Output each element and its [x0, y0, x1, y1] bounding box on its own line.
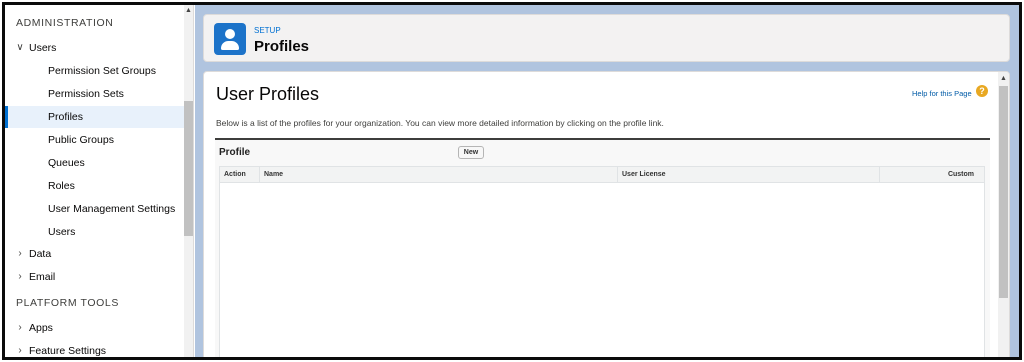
sidebar-item-label: User Management Settings	[48, 203, 176, 215]
chevron-right-icon: ›	[18, 322, 22, 333]
scroll-up-arrow-icon[interactable]: ▲	[184, 7, 193, 15]
sidebar-group-label: Data	[29, 248, 52, 260]
sidebar-item-roles[interactable]: Roles	[5, 175, 184, 197]
sidebar-scrollbar[interactable]: ▲	[184, 5, 193, 357]
page-title: User Profiles	[216, 84, 320, 104]
table-header-row: Action Name User License Custom	[220, 167, 984, 183]
sidebar-item-label: Roles	[48, 180, 75, 192]
help-icon[interactable]: ?	[976, 85, 988, 97]
sidebar-item-profiles[interactable]: Profiles	[5, 106, 184, 128]
new-profile-button[interactable]: New	[458, 146, 484, 159]
page-header: SETUP Profiles	[203, 14, 1010, 62]
content-card: User Profiles Help for this Page ? Below…	[203, 71, 1010, 357]
sidebar-item-public-groups[interactable]: Public Groups	[5, 129, 184, 151]
sidebar-item-permission-set-groups[interactable]: Permission Set Groups	[5, 60, 184, 82]
sidebar-group-feature-settings[interactable]: › Feature Settings	[5, 340, 184, 357]
sidebar-item-label: Users	[48, 226, 76, 238]
sidebar-item-user-management-settings[interactable]: User Management Settings	[5, 198, 184, 220]
column-header-custom[interactable]: Custom	[880, 167, 984, 183]
sidebar-item-label: Permission Set Groups	[48, 65, 156, 77]
sidebar-item-label: Public Groups	[48, 134, 114, 146]
sidebar-group-label: Apps	[29, 322, 53, 334]
profile-list-panel: Profile New Action Name User License Cus…	[215, 138, 990, 357]
sidebar-item-label: Permission Sets	[48, 88, 124, 100]
chevron-down-icon: ∨	[16, 42, 24, 53]
page-header-title: Profiles	[254, 38, 310, 55]
sidebar-group-label: Email	[29, 271, 56, 283]
content-scroll-thumb[interactable]	[999, 86, 1008, 298]
platform-tools-header: PLATFORM TOOLS	[16, 297, 119, 309]
chevron-right-icon: ›	[18, 345, 22, 356]
administration-header: ADMINISTRATION	[16, 17, 114, 29]
column-header-user-license[interactable]: User License	[618, 167, 880, 183]
sidebar-group-label: Feature Settings	[29, 345, 107, 357]
sidebar-item-queues[interactable]: Queues	[5, 152, 184, 174]
page-description: Below is a list of the profiles for your…	[216, 118, 664, 128]
main-area: SETUP Profiles User Profiles Help for th…	[195, 5, 1019, 357]
sidebar-group-label: Users	[29, 42, 57, 54]
content-scrollbar[interactable]: ▲	[998, 72, 1009, 357]
chevron-right-icon: ›	[18, 271, 22, 282]
header-eyebrow: SETUP	[254, 26, 281, 35]
user-icon	[214, 23, 246, 55]
sidebar-item-label: Queues	[48, 157, 85, 169]
sidebar-group-data[interactable]: › Data	[5, 243, 184, 265]
profiles-table: Action Name User License Custom	[219, 166, 985, 357]
sidebar-group-apps[interactable]: › Apps	[5, 317, 184, 339]
column-header-action[interactable]: Action	[220, 167, 260, 183]
setup-window: ADMINISTRATION ∨ Users Permission Set Gr…	[2, 2, 1022, 360]
list-title: Profile	[219, 147, 251, 158]
sidebar-group-users[interactable]: ∨ Users	[5, 37, 184, 59]
sidebar-group-email[interactable]: › Email	[5, 266, 184, 288]
setup-sidebar: ADMINISTRATION ∨ Users Permission Set Gr…	[5, 5, 194, 357]
column-header-name[interactable]: Name	[260, 167, 618, 183]
chevron-right-icon: ›	[18, 248, 22, 259]
sidebar-item-label: Profiles	[48, 111, 84, 123]
scroll-up-arrow-icon[interactable]: ▲	[998, 75, 1009, 83]
help-link[interactable]: Help for this Page	[912, 89, 972, 98]
sidebar-scroll-thumb[interactable]	[184, 101, 193, 236]
sidebar-item-permission-sets[interactable]: Permission Sets	[5, 83, 184, 105]
sidebar-item-users[interactable]: Users	[5, 221, 184, 243]
